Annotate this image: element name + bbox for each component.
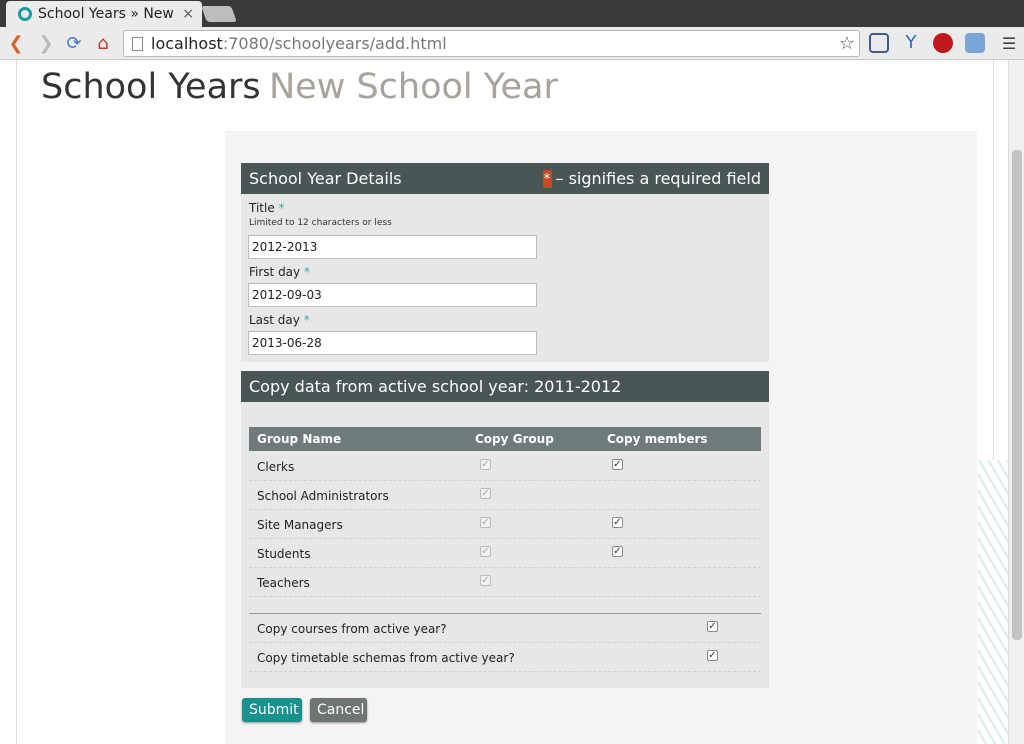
- table-row: Teachers ✓: [249, 568, 761, 597]
- url-host: localhost: [151, 34, 223, 53]
- required-asterisk: *: [278, 201, 285, 215]
- group-name: Teachers: [257, 576, 310, 590]
- browser-tab-bar: School Years » New Sc ×: [0, 0, 1024, 27]
- title-label-text: Title: [249, 201, 275, 215]
- last-day-label: Last day *: [249, 313, 310, 327]
- hex-decoration: [978, 460, 1008, 744]
- page-icon: [132, 36, 143, 51]
- option-label: Copy courses from active year?: [257, 622, 447, 636]
- option-row: Copy timetable schemas from active year?…: [249, 643, 761, 672]
- copy-legend-text: Copy data from active school year: 2011-…: [249, 377, 622, 396]
- browser-toolbar: ❮ ❯ ⟳ ⌂ localhost :7080/schoolyears/add.…: [0, 27, 1024, 60]
- submit-button[interactable]: Submit: [242, 698, 302, 722]
- bookmark-star-icon[interactable]: ☆: [839, 33, 855, 54]
- copy-group-checkbox: ✓: [480, 575, 491, 586]
- group-name: Students: [257, 547, 311, 561]
- header-copy-group: Copy Group: [475, 432, 554, 446]
- option-row: Copy courses from active year? ✓: [249, 614, 761, 643]
- favicon-icon: [18, 7, 32, 21]
- required-note-text: – signifies a required field: [555, 169, 762, 188]
- header-group-name: Group Name: [257, 432, 342, 446]
- copy-group-checkbox: ✓: [480, 488, 491, 499]
- back-icon[interactable]: ❮: [4, 31, 28, 55]
- group-name: School Administrators: [257, 489, 389, 503]
- scrollbar-thumb[interactable]: [1012, 150, 1022, 640]
- copy-members-checkbox[interactable]: ✓: [612, 546, 623, 557]
- address-bar[interactable]: localhost :7080/schoolyears/add.html ☆: [123, 30, 860, 57]
- option-label: Copy timetable schemas from active year?: [257, 651, 515, 665]
- required-asterisk: *: [303, 313, 310, 327]
- adblock-icon[interactable]: [933, 33, 953, 53]
- extension-screen-icon[interactable]: [965, 33, 985, 53]
- page-title: School Years: [41, 67, 261, 107]
- page-subtitle: New School Year: [269, 67, 558, 107]
- close-icon[interactable]: ×: [182, 6, 194, 22]
- browser-tab[interactable]: School Years » New Sc ×: [6, 1, 202, 27]
- required-note: * – signifies a required field: [542, 169, 762, 188]
- first-day-label-text: First day: [249, 265, 301, 279]
- title-help: Limited to 12 characters or less: [249, 218, 392, 228]
- tab-title: School Years » New Sc: [38, 6, 178, 22]
- menu-icon[interactable]: ☰: [997, 31, 1021, 55]
- copy-group-checkbox: ✓: [480, 459, 491, 470]
- first-day-input[interactable]: [248, 283, 537, 307]
- required-star-marker: *: [542, 169, 552, 188]
- copy-members-checkbox[interactable]: ✓: [612, 459, 623, 470]
- table-row: Site Managers ✓ ✓: [249, 510, 761, 539]
- last-day-input[interactable]: [248, 331, 537, 355]
- forward-icon[interactable]: ❯: [34, 31, 58, 55]
- copy-group-checkbox: ✓: [480, 546, 491, 557]
- copy-legend: Copy data from active school year: 2011-…: [241, 371, 769, 402]
- first-day-label: First day *: [249, 265, 310, 279]
- page-scrollbar[interactable]: [1008, 60, 1024, 744]
- extension-y-icon[interactable]: Y: [901, 33, 921, 53]
- details-legend: School Year Details * – signifies a requ…: [241, 163, 769, 194]
- window-icon[interactable]: [869, 33, 889, 53]
- group-name: Site Managers: [257, 518, 343, 532]
- new-tab-button[interactable]: [201, 6, 237, 22]
- title-label: Title *: [249, 201, 285, 215]
- table-row: Students ✓ ✓: [249, 539, 761, 568]
- cancel-button[interactable]: Cancel: [310, 698, 367, 722]
- reload-icon[interactable]: ⟳: [62, 31, 86, 55]
- details-legend-text: School Year Details: [249, 169, 402, 188]
- group-table-header: Group Name Copy Group Copy members: [249, 427, 761, 451]
- copy-timetable-checkbox[interactable]: ✓: [707, 650, 718, 661]
- copy-group-checkbox: ✓: [480, 517, 491, 528]
- table-row: School Administrators ✓: [249, 481, 761, 510]
- table-row: Clerks ✓ ✓: [249, 452, 761, 481]
- title-input[interactable]: [248, 235, 537, 259]
- url-path: :7080/schoolyears/add.html: [222, 34, 447, 53]
- home-icon[interactable]: ⌂: [91, 31, 115, 55]
- group-name: Clerks: [257, 460, 295, 474]
- copy-members-checkbox[interactable]: ✓: [612, 517, 623, 528]
- last-day-label-text: Last day: [249, 313, 300, 327]
- required-asterisk: *: [303, 265, 310, 279]
- header-copy-members: Copy members: [607, 432, 708, 446]
- copy-courses-checkbox[interactable]: ✓: [707, 621, 718, 632]
